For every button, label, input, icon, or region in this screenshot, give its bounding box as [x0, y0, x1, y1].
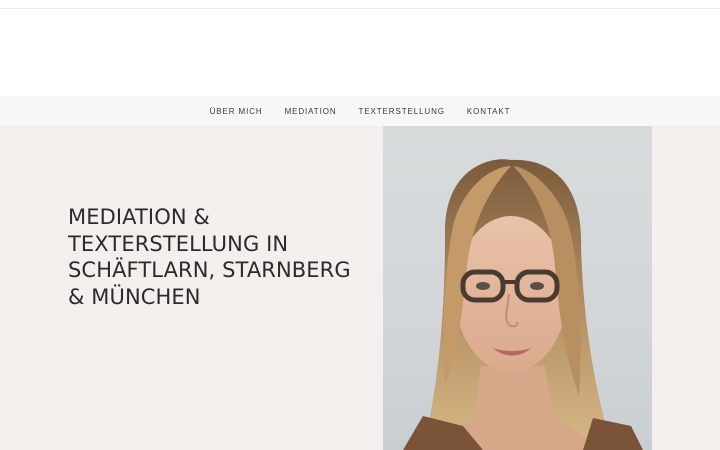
nav-item-texterstellung[interactable]: TEXTERSTELLUNG — [359, 107, 445, 116]
header-area — [0, 9, 720, 96]
page: ÜBER MICH MEDIATION TEXTERSTELLUNG KONTA… — [0, 0, 720, 450]
nav-item-kontakt[interactable]: KONTAKT — [467, 107, 511, 116]
main-navigation: ÜBER MICH MEDIATION TEXTERSTELLUNG KONTA… — [0, 96, 720, 126]
portrait-photo — [383, 126, 652, 450]
hero-section: MEDIATION & TEXTERSTELLUNG IN SCHÄFTLARN… — [0, 126, 720, 450]
hero-title: MEDIATION & TEXTERSTELLUNG IN SCHÄFTLARN… — [68, 205, 351, 309]
nav-item-mediation[interactable]: MEDIATION — [285, 107, 337, 116]
nav-item-ueber-mich[interactable]: ÜBER MICH — [210, 107, 263, 116]
